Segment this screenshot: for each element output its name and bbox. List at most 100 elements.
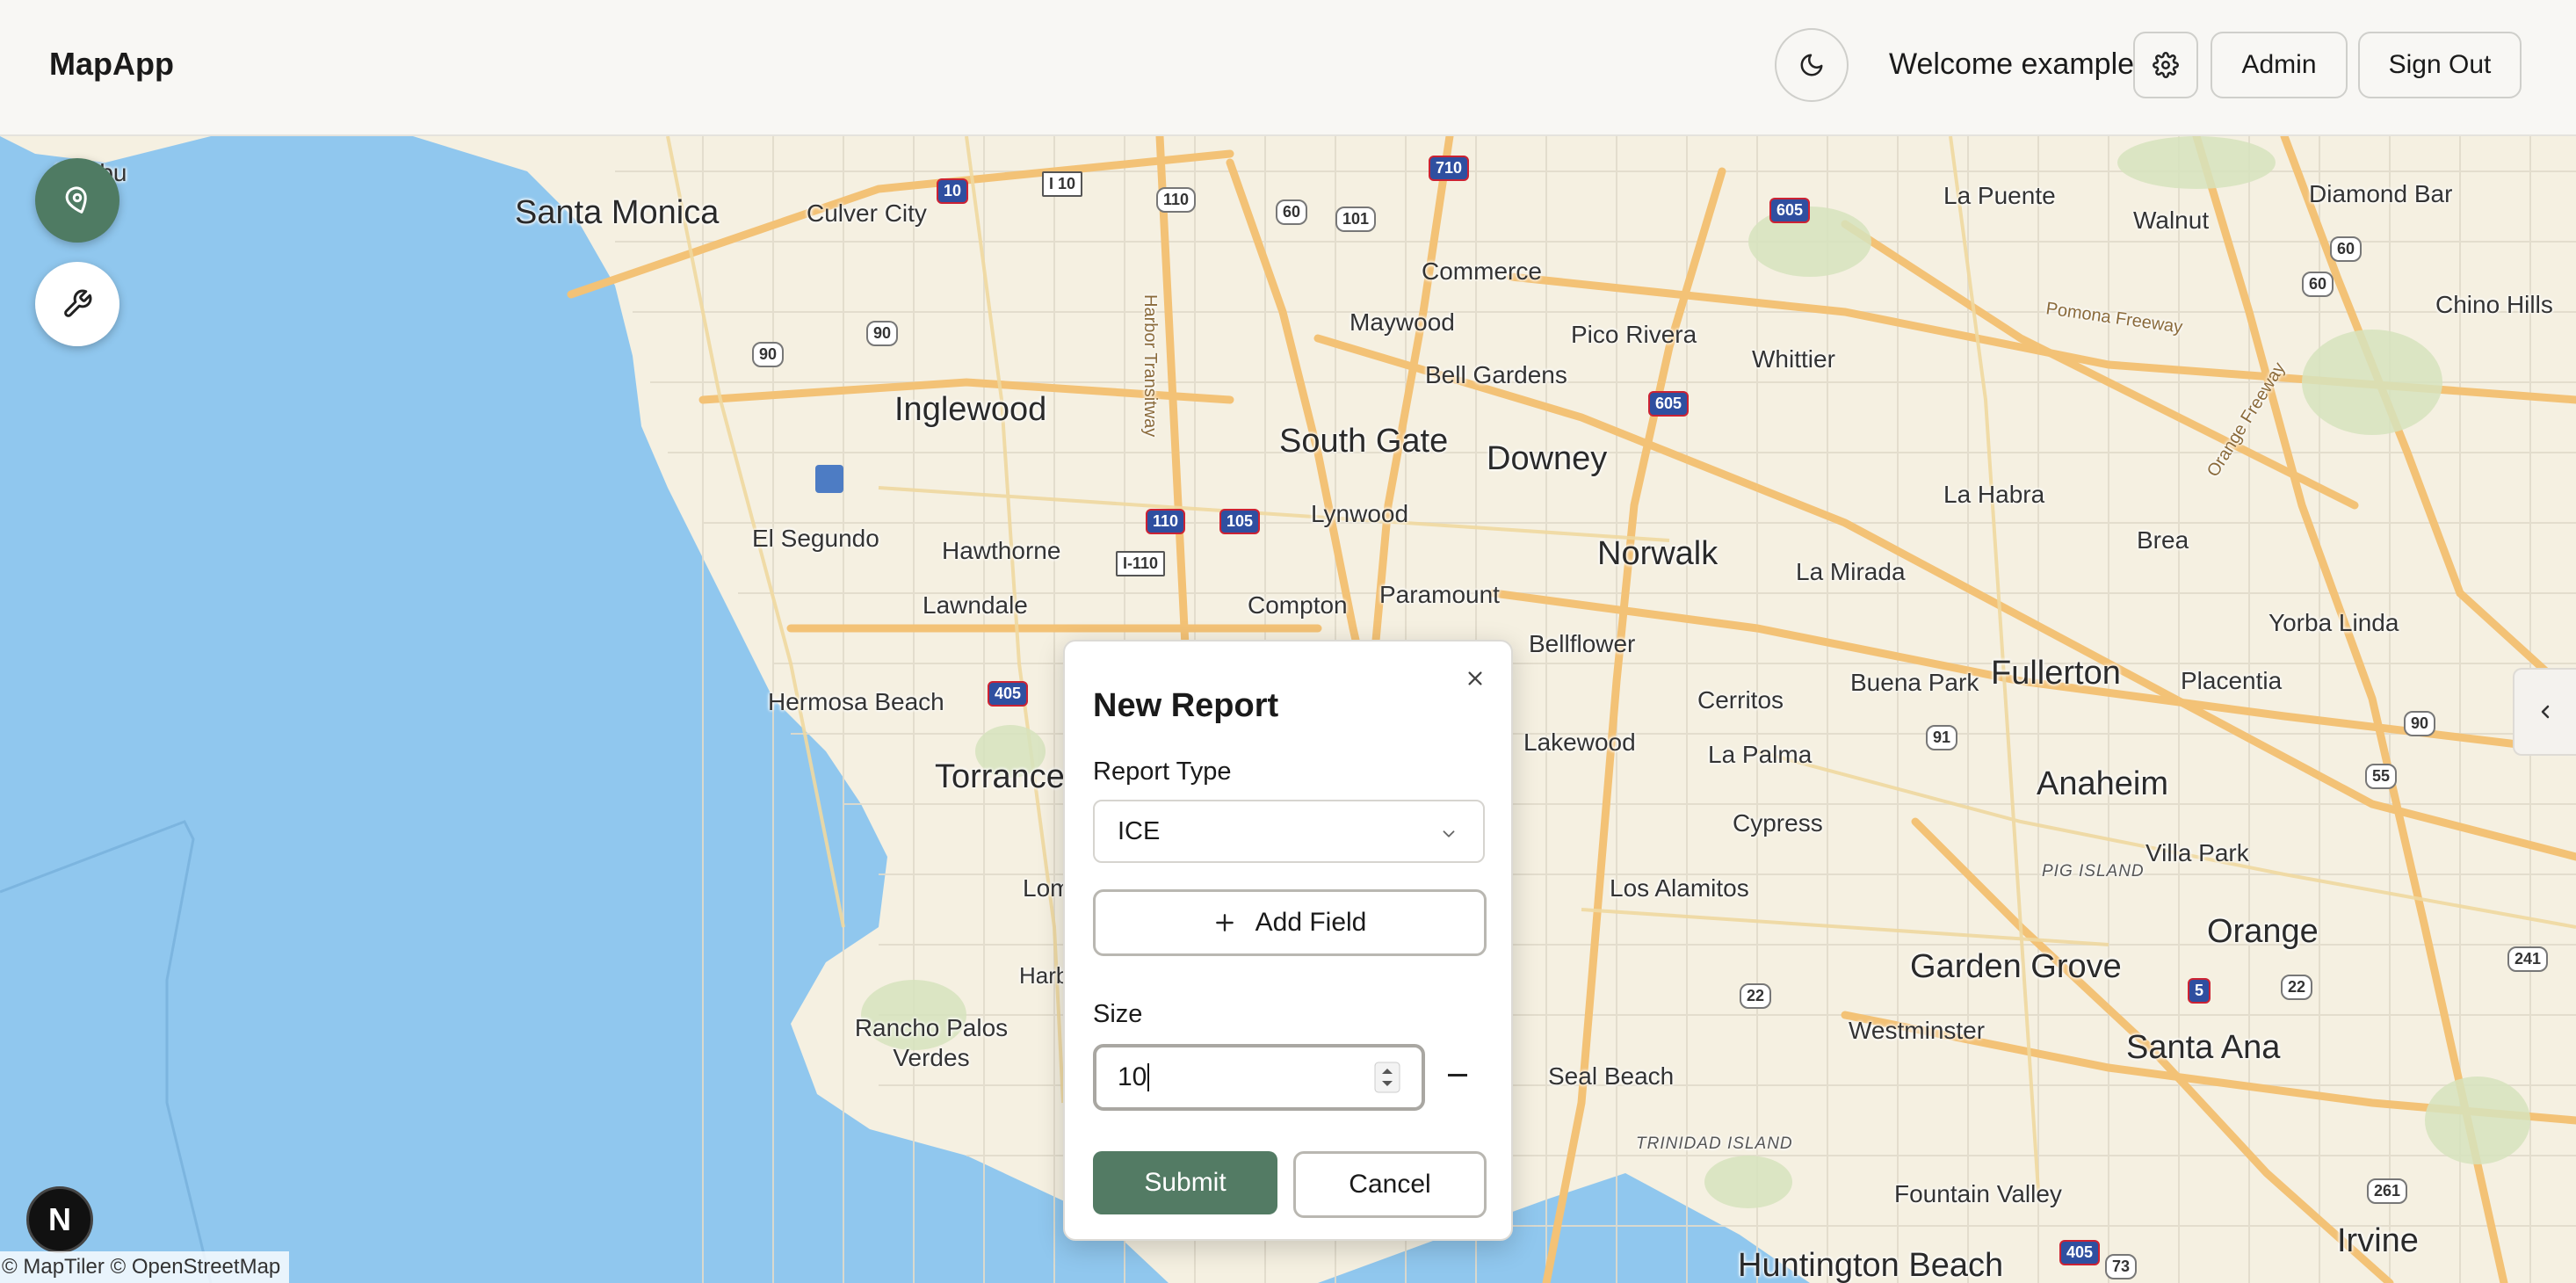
place-label: Pico Rivera bbox=[1571, 321, 1697, 348]
place-label: Compton bbox=[1248, 591, 1348, 619]
map-attribution[interactable]: © MapTiler © OpenStreetMap bbox=[0, 1251, 290, 1283]
place-label: Cypress bbox=[1733, 809, 1823, 837]
highway-shield: 73 bbox=[2105, 1254, 2138, 1279]
highway-shield: I 10 bbox=[1042, 171, 1083, 197]
highway-shield: 101 bbox=[1335, 207, 1377, 232]
place-label: Bellflower bbox=[1529, 630, 1636, 657]
highway-shield: 5 bbox=[2188, 978, 2211, 1004]
theme-toggle-button[interactable] bbox=[1775, 28, 1849, 102]
place-label: La Mirada bbox=[1796, 558, 1906, 585]
place-label: Lynwood bbox=[1311, 500, 1409, 527]
place-label: La Palma bbox=[1708, 741, 1813, 768]
place-label: Downey bbox=[1487, 440, 1608, 477]
place-label: Norwalk bbox=[1597, 535, 1719, 572]
remove-field-icon[interactable] bbox=[1448, 1074, 1467, 1076]
place-label: Placentia bbox=[2181, 667, 2283, 694]
cancel-button[interactable]: Cancel bbox=[1293, 1151, 1487, 1218]
tools-button[interactable] bbox=[35, 262, 119, 346]
place-label: Maywood bbox=[1350, 308, 1455, 336]
highway-shield: 405 bbox=[2059, 1240, 2101, 1265]
highway-shield: 110 bbox=[1146, 509, 1186, 534]
place-label: Walnut bbox=[2133, 207, 2210, 234]
highway-shield: 241 bbox=[2507, 946, 2549, 972]
place-label: El Segundo bbox=[752, 525, 879, 552]
app-title[interactable]: MapApp bbox=[49, 46, 174, 83]
place-label: Los Alamitos bbox=[1610, 874, 1749, 902]
place-label: La Puente bbox=[1943, 182, 2056, 209]
highway-shield: I-110 bbox=[1116, 551, 1166, 576]
place-label: Cerritos bbox=[1697, 686, 1784, 714]
place-label: Lakewood bbox=[1523, 728, 1636, 756]
chevron-left-icon bbox=[2541, 705, 2550, 719]
welcome-text: Welcome example bbox=[1889, 47, 2135, 81]
place-label: Chino Hills bbox=[2435, 291, 2553, 318]
size-number-input[interactable]: 10 bbox=[1093, 1044, 1425, 1111]
place-label: La Habra bbox=[1943, 481, 2045, 508]
size-value: 10 bbox=[1118, 1062, 1147, 1091]
place-label: Hermosa Beach bbox=[768, 688, 944, 715]
place-label: Diamond Bar bbox=[2309, 180, 2453, 207]
new-report-dialog: New Report Report Type ICE Add Field Siz… bbox=[1063, 640, 1513, 1241]
place-label: South Gate bbox=[1279, 423, 1449, 460]
place-label: Rancho Palos Verdes bbox=[854, 1014, 1009, 1071]
place-label: Inglewood bbox=[894, 391, 1047, 428]
side-panel-toggle[interactable] bbox=[2513, 668, 2576, 756]
place-label: Santa Monica bbox=[515, 194, 720, 231]
place-label: Villa Park bbox=[2145, 839, 2249, 866]
wrench-icon bbox=[64, 289, 92, 317]
place-label: Hawthorne bbox=[942, 537, 1061, 564]
plus-icon bbox=[1215, 914, 1234, 931]
place-label: TRINIDAD ISLAND bbox=[1636, 1134, 1793, 1153]
place-label: Anaheim bbox=[2037, 765, 2168, 802]
location-target-icon bbox=[65, 186, 87, 214]
highway-shield: 60 bbox=[1276, 199, 1308, 225]
highway-shield: 90 bbox=[2404, 711, 2436, 736]
settings-button[interactable] bbox=[2133, 32, 2198, 98]
place-label: Fountain Valley bbox=[1894, 1180, 2062, 1207]
place-label: Garden Grove bbox=[1910, 948, 2122, 985]
locate-button[interactable] bbox=[35, 158, 119, 243]
place-label: Whittier bbox=[1752, 345, 1835, 373]
highway-shield: 90 bbox=[752, 342, 785, 367]
admin-button[interactable]: Admin bbox=[2211, 32, 2348, 98]
place-label: Santa Ana bbox=[2126, 1029, 2281, 1066]
place-label: PIG ISLAND bbox=[2042, 862, 2145, 881]
highway-shield: 55 bbox=[2365, 764, 2398, 789]
place-label: Torrance bbox=[935, 758, 1065, 795]
highway-shield: 22 bbox=[1740, 983, 1772, 1009]
highway-shield: 261 bbox=[2367, 1178, 2408, 1204]
add-field-button[interactable]: Add Field bbox=[1093, 889, 1487, 956]
submit-button[interactable]: Submit bbox=[1093, 1151, 1277, 1214]
highway-shield: 710 bbox=[1429, 156, 1470, 181]
place-label: Lawndale bbox=[923, 591, 1028, 619]
place-label: Huntington Beach bbox=[1738, 1247, 2004, 1283]
highway-shield: 605 bbox=[1648, 391, 1690, 417]
highway-shield: 605 bbox=[1769, 198, 1811, 223]
highway-shield: 91 bbox=[1926, 725, 1958, 750]
place-label: Bell Gardens bbox=[1425, 361, 1567, 388]
number-stepper-icon[interactable] bbox=[1374, 1062, 1400, 1093]
app-header: MapApp Welcome example Admin Sign Out bbox=[0, 0, 2576, 136]
size-label: Size bbox=[1093, 1000, 1143, 1028]
sign-out-button[interactable]: Sign Out bbox=[2358, 32, 2522, 98]
place-label: Orange bbox=[2207, 913, 2319, 950]
close-icon[interactable] bbox=[1465, 664, 1485, 692]
highway-shield: 60 bbox=[2330, 236, 2363, 262]
report-type-select[interactable]: ICE bbox=[1093, 800, 1485, 863]
place-label: Irvine bbox=[2337, 1222, 2419, 1259]
gear-icon bbox=[2153, 52, 2179, 78]
highway-shield: 22 bbox=[2281, 975, 2313, 1000]
add-field-label: Add Field bbox=[1255, 908, 1367, 937]
place-label: Paramount bbox=[1379, 581, 1500, 608]
place-label: Commerce bbox=[1422, 257, 1542, 285]
highway-shield: 60 bbox=[2302, 272, 2334, 297]
dev-badge[interactable]: N bbox=[26, 1186, 93, 1253]
place-label: Harb bbox=[1019, 962, 1069, 989]
chevron-down-icon bbox=[1443, 830, 1455, 837]
place-label: Culver City bbox=[807, 199, 927, 227]
report-type-value: ICE bbox=[1118, 816, 1161, 845]
dialog-title: New Report bbox=[1093, 687, 1279, 724]
highway-shield: 110 bbox=[1156, 187, 1197, 213]
highway-shield: 405 bbox=[988, 681, 1029, 707]
highway-shield: 105 bbox=[1219, 509, 1261, 534]
